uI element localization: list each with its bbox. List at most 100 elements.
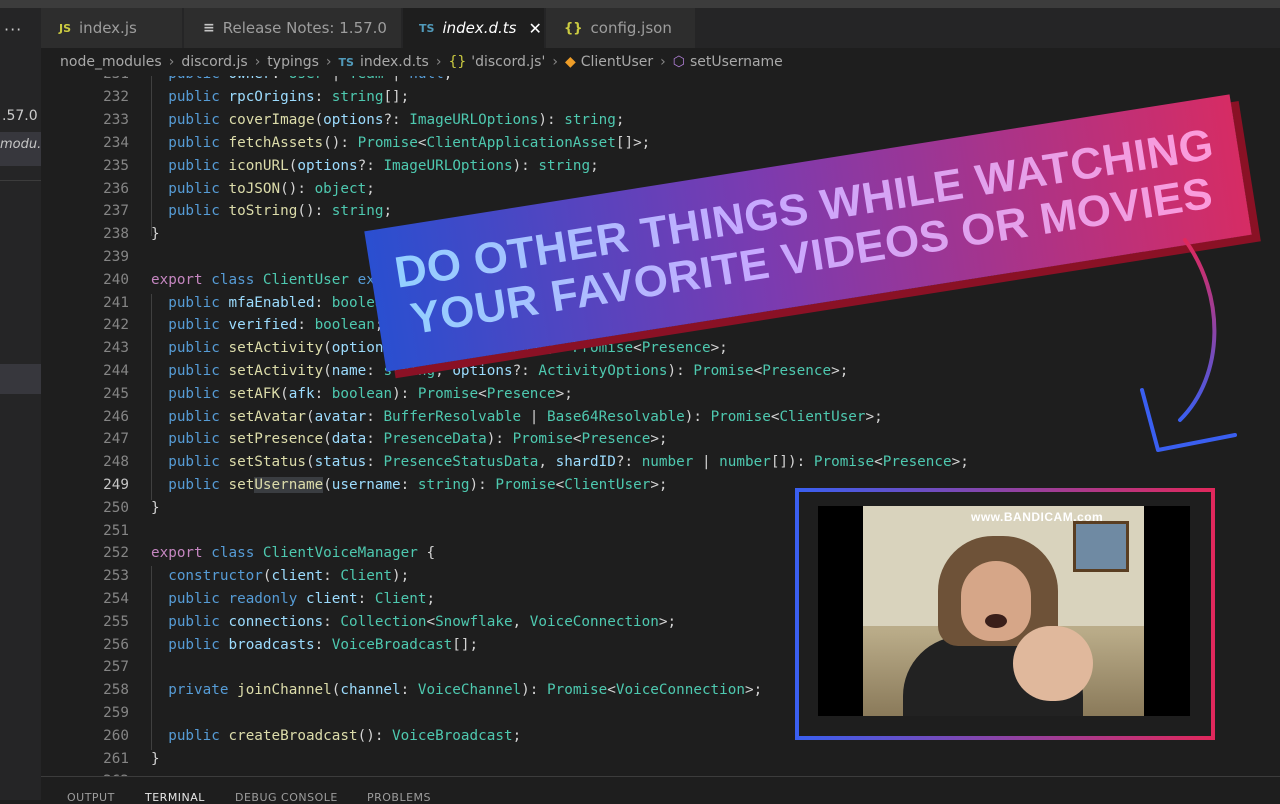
line-number: 236 <box>103 181 129 197</box>
line-number: 248 <box>103 454 129 470</box>
line-number: 237 <box>103 203 129 219</box>
line-number: 240 <box>103 272 129 288</box>
tab-release-notes[interactable]: ≡ Release Notes: 1.57.0 <box>184 8 402 48</box>
more-actions-icon[interactable]: ··· <box>4 20 22 39</box>
code-line: export class ClientVoiceManager { <box>151 545 436 561</box>
line-number: 243 <box>103 340 129 356</box>
chevron-right-icon: › <box>660 54 666 70</box>
code-line-current: public setUsername(username: string): Pr… <box>168 477 668 493</box>
breadcrumb-item[interactable]: typings <box>267 54 319 70</box>
line-number: 258 <box>103 682 129 698</box>
method-icon: ⬡ <box>672 54 686 70</box>
javascript-file-icon: JS <box>59 21 72 35</box>
code-line: public toJSON(): object; <box>168 181 375 197</box>
breadcrumb-item[interactable]: setUsername <box>690 54 783 70</box>
breadcrumb-item[interactable]: index.d.ts <box>360 54 429 70</box>
code-line: } <box>151 226 160 242</box>
breadcrumb-item[interactable]: node_modules <box>60 54 162 70</box>
line-number: 246 <box>103 409 129 425</box>
panel-tab-terminal[interactable]: TERMINAL <box>145 791 205 804</box>
json-file-icon: {} <box>564 20 583 36</box>
bottom-panel: OUTPUT TERMINAL DEBUG CONSOLE PROBLEMS <box>41 776 1280 804</box>
line-number: 242 <box>103 317 129 333</box>
line-number: 239 <box>103 249 129 265</box>
code-line: public setAFK(afk: boolean): Promise<Pre… <box>168 386 573 402</box>
line-number: 259 <box>103 705 129 721</box>
code-line: public coverImage(options?: ImageURLOpti… <box>168 112 625 128</box>
class-icon: ◆ <box>564 54 576 70</box>
line-number: 252 <box>103 545 129 561</box>
line-number: 254 <box>103 591 129 607</box>
video-player[interactable]: www.BANDICAM.com <box>818 506 1190 716</box>
line-number-current: 249 <box>103 477 129 493</box>
line-number: 253 <box>103 568 129 584</box>
line-number: 232 <box>103 89 129 105</box>
line-number: 257 <box>103 659 129 675</box>
code-line: public setPresence(data: PresenceData): … <box>168 431 668 447</box>
sidebar-item-selected[interactable]: modu... <box>0 132 50 166</box>
breadcrumb-item[interactable]: discord.js <box>181 54 247 70</box>
line-number: 247 <box>103 431 129 447</box>
line-number: 256 <box>103 637 129 653</box>
code-line: public rpcOrigins: string[]; <box>168 89 410 105</box>
editor-tabs: JS index.js ≡ Release Notes: 1.57.0 TS i… <box>41 8 1280 48</box>
tab-config-json[interactable]: {} config.json <box>546 8 696 48</box>
code-line: public iconURL(options?: ImageURLOptions… <box>168 158 599 174</box>
tab-label: Release Notes: 1.57.0 <box>222 19 387 37</box>
line-number: 238 <box>103 226 129 242</box>
line-number: 235 <box>103 158 129 174</box>
code-line: public setActivity(name: string, options… <box>168 363 849 379</box>
breadcrumb-item[interactable]: ClientUser <box>581 54 653 70</box>
curved-arrow-icon <box>1140 238 1237 452</box>
line-number: 241 <box>103 295 129 311</box>
breadcrumb-item[interactable]: 'discord.js' <box>471 54 545 70</box>
line-number: 261 <box>103 751 129 767</box>
typescript-file-icon: TS <box>419 21 435 35</box>
line-number: 260 <box>103 728 129 744</box>
tab-label: index.js <box>79 19 137 37</box>
code-line: public fetchAssets(): Promise<ClientAppl… <box>168 135 651 151</box>
panel-tab-output[interactable]: OUTPUT <box>67 791 115 804</box>
tab-index-d-ts[interactable]: TS index.d.ts ✕ <box>403 8 545 48</box>
sidebar-divider <box>0 180 41 181</box>
line-number: 234 <box>103 135 129 151</box>
code-line: public setStatus(status: PresenceStatusD… <box>168 454 969 470</box>
module-icon: {} <box>448 54 467 70</box>
code-line: public connections: Collection<Snowflake… <box>168 614 677 630</box>
tab-label: index.d.ts <box>442 19 517 37</box>
title-bar <box>0 0 1280 8</box>
explorer-sidebar: ··· .57.0 modu... <box>0 8 50 800</box>
code-line: constructor(client: Client); <box>168 568 410 584</box>
document-icon: ≡ <box>203 20 215 36</box>
video-watermark: www.BANDICAM.com <box>971 510 1104 524</box>
sidebar-version-text: .57.0 <box>2 108 38 124</box>
line-number: 244 <box>103 363 129 379</box>
line-number: 251 <box>103 523 129 539</box>
chevron-right-icon: › <box>168 54 175 70</box>
chevron-right-icon: › <box>552 54 558 70</box>
line-number: 233 <box>103 112 129 128</box>
typescript-file-icon: TS <box>338 55 354 69</box>
code-line: public verified: boolean; <box>168 317 383 333</box>
code-line: private joinChannel(channel: VoiceChanne… <box>168 682 763 698</box>
line-number: 245 <box>103 386 129 402</box>
tab-index-js[interactable]: JS index.js <box>41 8 183 48</box>
line-number: 250 <box>103 500 129 516</box>
close-tab-icon[interactable]: ✕ <box>529 19 542 38</box>
code-line: } <box>151 751 160 767</box>
tab-label: config.json <box>590 19 672 37</box>
chevron-right-icon: › <box>435 54 442 70</box>
code-line: public toString(): string; <box>168 203 393 219</box>
sidebar-item-highlight[interactable] <box>0 364 41 394</box>
code-line: public broadcasts: VoiceBroadcast[]; <box>168 637 479 653</box>
code-line: public setAvatar(avatar: BufferResolvabl… <box>168 409 883 425</box>
code-line: public owner: User | Team | null; <box>151 76 452 82</box>
code-line: public mfaEnabled: boolean; <box>168 295 400 311</box>
chevron-right-icon: › <box>325 54 332 70</box>
line-number: 231 <box>41 76 129 82</box>
breadcrumb: node_modules › discord.js › typings › TS… <box>41 48 1280 76</box>
panel-tab-problems[interactable]: PROBLEMS <box>367 791 431 804</box>
code-line: } <box>151 500 160 516</box>
panel-tab-debug-console[interactable]: DEBUG CONSOLE <box>235 791 338 804</box>
video-frame-image: www.BANDICAM.com <box>863 506 1144 716</box>
